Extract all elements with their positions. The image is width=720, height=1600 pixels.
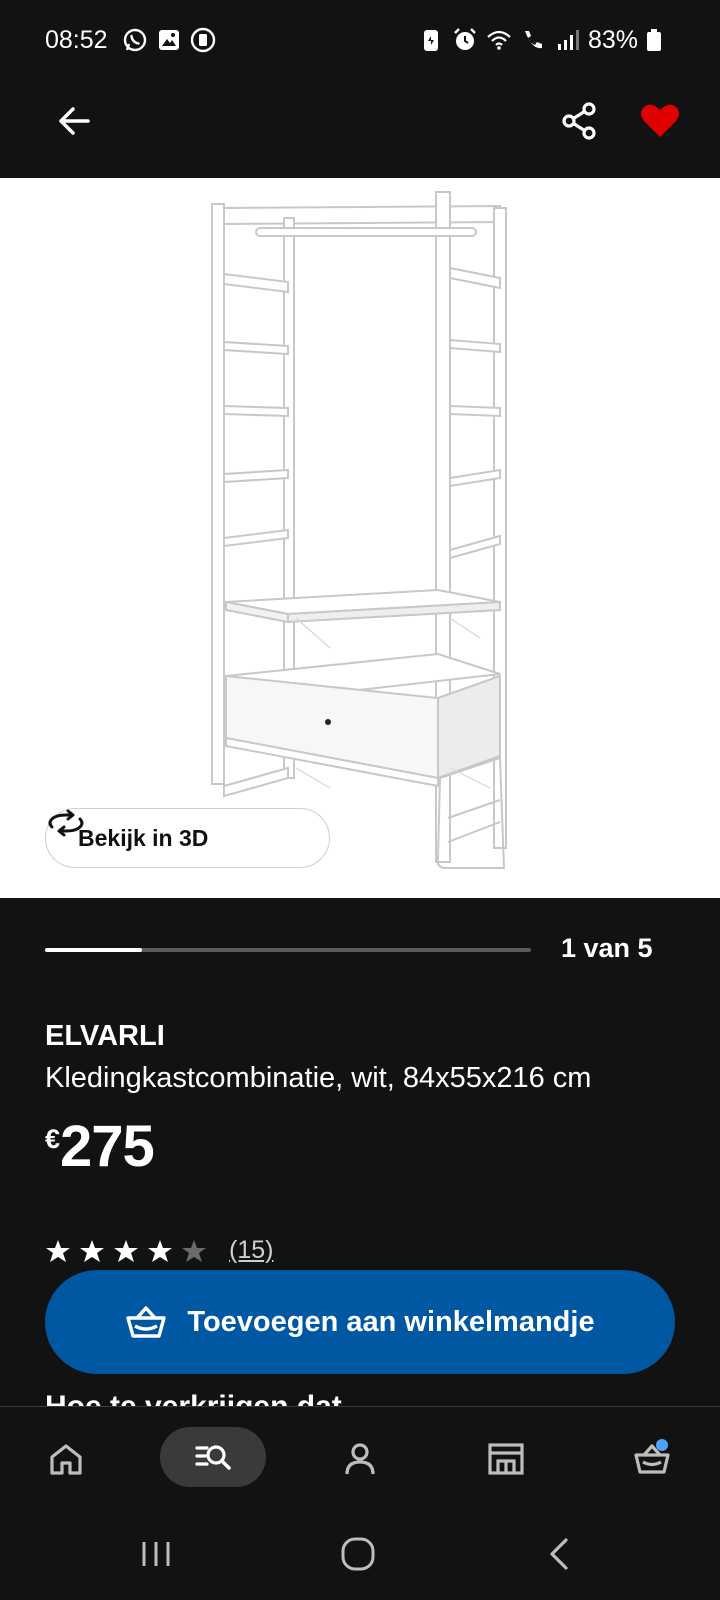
alarm-icon [452, 27, 478, 53]
price-amount: 275 [60, 1114, 155, 1179]
signal-icon [554, 27, 580, 53]
system-navigation [0, 1510, 720, 1600]
share-button[interactable] [557, 99, 601, 143]
rating-stars [45, 1238, 207, 1264]
status-left: 08:52 [45, 26, 216, 55]
gallery-progress-fill [45, 948, 143, 952]
battery-icon [646, 27, 662, 53]
gallery-icon [156, 27, 182, 53]
recents-button[interactable] [134, 1532, 178, 1576]
wifi-call-icon [520, 27, 546, 53]
price-currency: € [45, 1124, 61, 1154]
heart-icon [641, 104, 679, 137]
view-3d-label: Bekijk in 3D [78, 824, 209, 851]
wifi-icon [486, 27, 512, 53]
product-rating[interactable]: (15) [45, 1236, 273, 1265]
recorder-icon [190, 27, 216, 53]
system-home-button[interactable] [336, 1532, 380, 1576]
wardrobe-illustration [211, 191, 507, 869]
view-3d-button[interactable]: Bekijk in 3D [45, 808, 330, 868]
home-icon [50, 1444, 82, 1475]
nav-home[interactable] [36, 1429, 96, 1489]
star-filled-icon [80, 1239, 104, 1262]
share-icon [562, 102, 596, 140]
profile-icon [345, 1443, 375, 1475]
star-filled-icon [148, 1239, 172, 1262]
bottom-navigation [0, 1406, 720, 1510]
rating-count[interactable]: (15) [229, 1236, 273, 1265]
back-chevron-icon [550, 1538, 568, 1570]
product-name: ELVARLI [45, 1020, 165, 1052]
system-back-button[interactable] [538, 1532, 582, 1576]
status-bar: 08:52 83% [0, 0, 720, 80]
whatsapp-icon [122, 27, 148, 53]
add-to-cart-label: Toevoegen aan winkelmandje [187, 1305, 595, 1338]
nav-search[interactable] [160, 1427, 266, 1487]
status-right: 83% [418, 26, 662, 55]
nav-cart[interactable] [622, 1429, 682, 1489]
nav-profile[interactable] [330, 1429, 390, 1489]
app-bar [0, 80, 720, 178]
star-filled-icon [114, 1239, 138, 1262]
cart-badge-dot [656, 1439, 668, 1451]
rotate-3d-icon [48, 809, 84, 837]
star-filled-icon [46, 1239, 70, 1262]
product-description: Kledingkastcombinatie, wit, 84x55x216 cm [45, 1062, 592, 1094]
status-time: 08:52 [45, 25, 108, 54]
home-circle-icon [341, 1537, 375, 1571]
battery-percentage: 83% [587, 25, 638, 54]
star-empty-icon [182, 1239, 206, 1262]
add-to-cart-button[interactable]: Toevoegen aan winkelmandje [45, 1270, 675, 1374]
back-button[interactable] [54, 99, 98, 143]
product-image[interactable]: Bekijk in 3D [0, 178, 720, 898]
gallery-counter: 1 van 5 [561, 933, 653, 963]
basket-icon [126, 1306, 167, 1338]
section-heading-text: Hoe te verkrijgen dat [45, 1392, 425, 1406]
search-icon [195, 1445, 231, 1470]
nav-store[interactable] [476, 1429, 536, 1489]
arrow-left-icon [59, 107, 90, 135]
section-heading: Hoe te verkrijgen dat [45, 1392, 425, 1406]
recents-icon [142, 1542, 170, 1566]
gallery-progress [45, 948, 531, 952]
favorite-button[interactable] [638, 99, 682, 143]
store-icon [488, 1443, 524, 1475]
battery-saver-icon [418, 27, 444, 53]
product-price: € 275 [45, 1114, 155, 1179]
